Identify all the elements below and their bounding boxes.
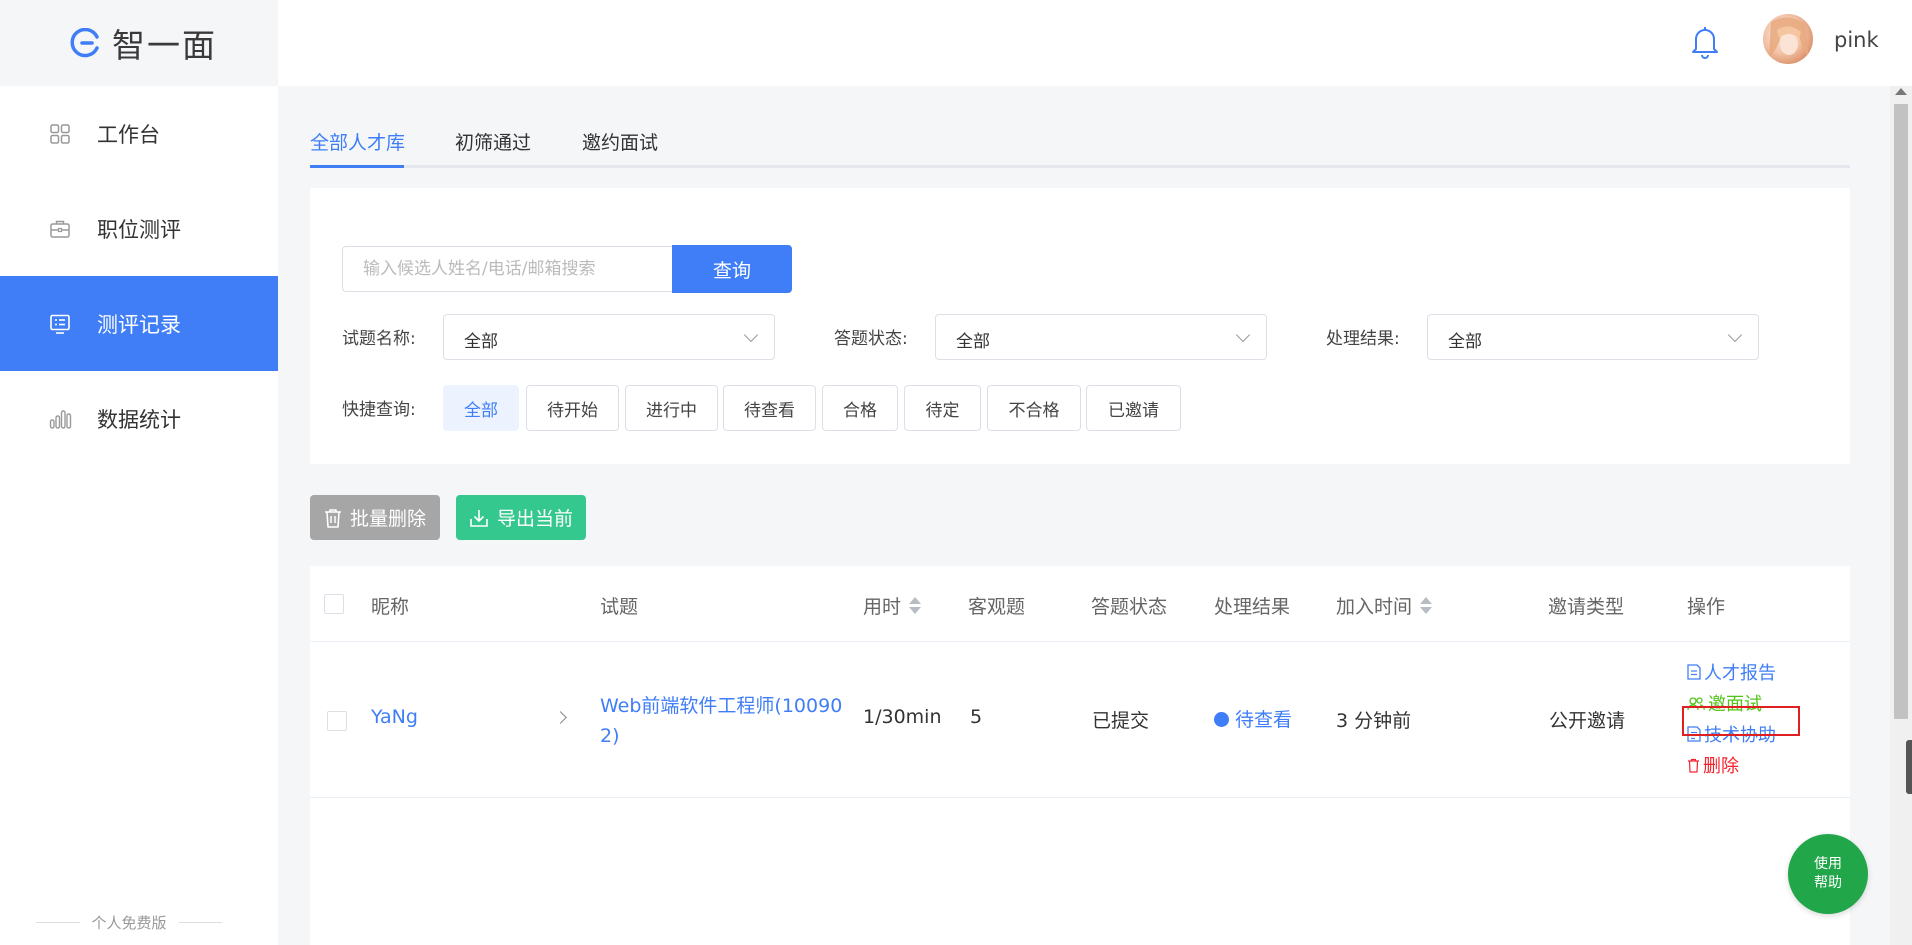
result-status-badge: 待查看 [1214,705,1292,732]
sort-icon[interactable] [1420,597,1433,614]
sort-icon[interactable] [909,597,922,614]
time-cell: 1/30min [863,706,942,728]
status-select-value: 全部 [956,332,990,352]
logo[interactable]: 智一面 [0,0,278,86]
result-filter-label: 处理结果: [1326,329,1400,349]
scroll-thumb[interactable] [1894,104,1908,719]
sidebar-item-position-eval[interactable]: 职位测评 [0,181,278,276]
edition-label: 个人免费版 [36,910,223,934]
column-joined[interactable]: 加入时间 [1336,592,1433,619]
edition-text: 个人免费版 [91,913,167,932]
export-button[interactable]: 导出当前 [456,495,586,540]
record-icon [50,314,70,334]
username[interactable]: pink [1834,28,1879,52]
candidate-nickname[interactable]: YaNg [371,706,418,728]
sidebar-item-label: 数据统计 [97,407,181,432]
sidebar-item-label: 职位测评 [97,217,181,242]
logo-mark-icon [70,28,99,58]
batch-delete-button[interactable]: 批量删除 [310,495,440,540]
talent-report-link[interactable]: 人才报告 [1687,659,1776,685]
quick-filter-undecided[interactable]: 待定 [904,385,981,431]
question-link[interactable]: Web前端软件工程师(10090 2) [600,691,842,751]
bell-icon[interactable] [1688,24,1722,60]
column-result: 处理结果 [1214,596,1291,618]
table-row: YaNg Web前端软件工程师(10090 2) 1/30min 5 已提交 待… [310,643,1850,798]
side-tab[interactable] [1906,740,1912,794]
search-input[interactable] [342,246,672,292]
status-dot-icon [1214,712,1229,727]
help-button[interactable]: 使用 帮助 [1788,834,1868,914]
quick-filter-qualified[interactable]: 合格 [822,385,898,431]
question-select[interactable]: 全部 [443,314,775,360]
column-question: 试题 [600,596,639,618]
joined-cell: 3 分钟前 [1336,710,1412,732]
report-icon [1687,664,1701,680]
question-filter-label: 试题名称: [342,329,416,349]
result-select[interactable]: 全部 [1427,314,1759,360]
help-label-line1: 使用 [1814,856,1842,872]
bar-chart-icon [49,410,72,429]
quick-filter-pending-start[interactable]: 待开始 [526,385,619,431]
divider [36,921,80,923]
quick-filter-to-review[interactable]: 待查看 [723,385,816,431]
sidebar-item-label: 工作台 [97,122,160,147]
column-objective: 客观题 [968,596,1026,618]
tab-screening-passed[interactable]: 初筛通过 [455,128,531,155]
grid-icon [50,124,70,144]
divider [178,921,223,923]
chevron-down-icon [1727,327,1743,343]
quick-filter-invited[interactable]: 已邀请 [1086,385,1181,431]
top-header: pink [278,0,1912,86]
trash-icon [1688,758,1699,773]
column-time[interactable]: 用时 [863,592,922,619]
scroll-up-arrow-icon[interactable] [1895,88,1907,95]
sidebar-item-workbench[interactable]: 工作台 [0,86,278,181]
filter-panel: 查询 试题名称: 全部 答题状态: 全部 处理结果: 全部 快捷查询: 全部 待… [310,188,1850,464]
chevron-right-icon[interactable] [554,711,567,724]
highlight-box [1682,706,1800,736]
quick-filter-in-progress[interactable]: 进行中 [625,385,718,431]
sidebar: 智一面 工作台 职位测评 测评记录 数据统计 个人免费版 [0,0,278,945]
sidebar-item-label: 测评记录 [97,312,181,337]
column-nickname: 昵称 [371,596,410,618]
sidebar-nav: 工作台 职位测评 测评记录 数据统计 [0,86,278,466]
table-header: 昵称 试题 用时 客观题 答题状态 处理结果 加入时间 邀请类型 操作 [310,566,1850,642]
objective-cell: 5 [970,706,983,728]
sidebar-item-eval-records[interactable]: 测评记录 [0,276,278,371]
column-invite-type: 邀请类型 [1548,596,1625,618]
status-filter-label: 答题状态: [834,329,908,349]
search-button[interactable]: 查询 [672,245,792,293]
delete-link[interactable]: 删除 [1687,752,1739,778]
results-table: 昵称 试题 用时 客观题 答题状态 处理结果 加入时间 邀请类型 操作 YaNg… [310,566,1850,945]
invite-type-cell: 公开邀请 [1549,710,1626,732]
result-select-value: 全部 [1448,332,1482,352]
question-select-value: 全部 [464,332,498,352]
quick-filter-all[interactable]: 全部 [443,385,519,431]
avatar-image [1769,17,1809,59]
chevron-down-icon [1235,327,1251,343]
column-answer-status: 答题状态 [1091,596,1168,618]
select-all-checkbox[interactable] [324,594,344,614]
quick-filter-unqualified[interactable]: 不合格 [987,385,1081,431]
quick-filter-label: 快捷查询: [342,400,416,420]
download-icon [470,509,488,527]
chevron-down-icon [743,327,759,343]
trash-icon [324,508,341,528]
page-scrollbar[interactable] [1890,86,1912,945]
tabs-bar: 全部人才库 初筛通过 邀约面试 [310,122,1850,168]
column-operations: 操作 [1687,596,1726,618]
batch-delete-label: 批量删除 [349,508,426,530]
active-tab-indicator [310,165,404,168]
tab-interview-invited[interactable]: 邀约面试 [582,128,658,155]
tab-all-talent[interactable]: 全部人才库 [310,128,405,155]
row-checkbox[interactable] [327,711,347,731]
briefcase-icon [50,220,70,238]
status-select[interactable]: 全部 [935,314,1267,360]
logo-text: 智一面 [112,26,217,65]
export-label: 导出当前 [496,508,573,530]
help-label-line2: 帮助 [1814,875,1842,891]
avatar[interactable] [1763,14,1813,64]
answer-status-cell: 已提交 [1092,710,1150,732]
sidebar-item-statistics[interactable]: 数据统计 [0,371,278,466]
